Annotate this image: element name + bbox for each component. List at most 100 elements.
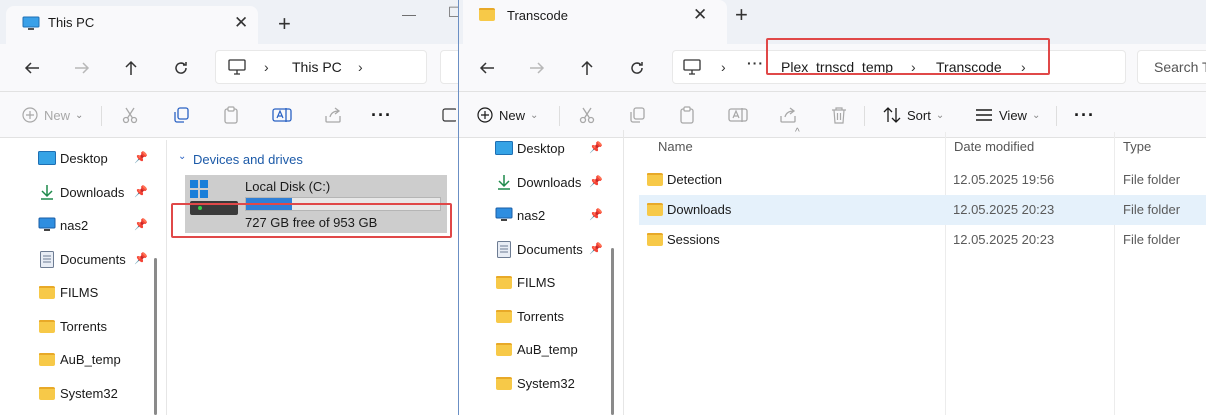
details-pane-icon[interactable] (442, 103, 456, 127)
list-view-icon (976, 109, 992, 121)
sidebar-item-films[interactable]: FILMS (495, 268, 555, 296)
sidebar-item-torrents[interactable]: Torrents (38, 312, 107, 340)
new-button[interactable]: New ⌄ (477, 103, 538, 127)
sidebar-item-label: AuB_temp (517, 341, 578, 357)
download-arrow-icon (495, 174, 513, 190)
back-icon[interactable] (473, 54, 501, 82)
breadcrumb-chevron-icon[interactable]: › (721, 59, 726, 75)
copy-icon[interactable] (172, 103, 190, 127)
folder-icon (479, 8, 497, 23)
pin-icon[interactable]: 📌 (589, 141, 603, 154)
sort-button[interactable]: Sort ⌄ (883, 103, 944, 127)
pin-icon[interactable]: 📌 (134, 185, 148, 198)
close-tab-icon[interactable]: ✕ (693, 6, 707, 23)
collapse-chevron-icon[interactable]: ⌄ (178, 151, 186, 162)
share-icon[interactable] (324, 103, 342, 127)
view-button[interactable]: View ⌄ (975, 103, 1040, 127)
new-button[interactable]: New ⌄ (22, 103, 83, 127)
sidebar-item-torrents[interactable]: Torrents (495, 302, 564, 330)
column-header-date[interactable]: Date modified (954, 139, 1034, 154)
desktop-icon (38, 150, 56, 166)
sort-arrows-icon (883, 107, 901, 123)
breadcrumb-plex-trnscd-temp[interactable]: Plex_trnscd_temp (781, 59, 893, 75)
sidebar-item-label: Torrents (60, 318, 107, 334)
new-tab-icon[interactable]: + (735, 4, 748, 26)
delete-icon[interactable] (831, 103, 847, 127)
cut-icon[interactable] (578, 103, 596, 127)
sidebar-item-system32[interactable]: System32 (38, 379, 118, 407)
up-icon[interactable] (573, 54, 601, 82)
file-row-sessions[interactable]: Sessions 12.05.2025 20:23 File folder (639, 225, 1206, 255)
folder-icon (495, 308, 513, 324)
sidebar-item-label: Documents (517, 241, 583, 257)
rename-icon[interactable] (272, 103, 292, 127)
view-label: View (999, 107, 1027, 123)
pin-icon[interactable]: 📌 (134, 252, 148, 265)
breadcrumb-this-pc[interactable]: This PC (292, 59, 342, 75)
sidebar-item-documents[interactable]: Documents (495, 235, 583, 263)
sidebar-item-label: Torrents (517, 308, 564, 324)
pin-icon[interactable]: 📌 (134, 218, 148, 231)
forward-icon[interactable] (523, 54, 551, 82)
up-icon[interactable] (117, 54, 145, 82)
sidebar-item-system32[interactable]: System32 (495, 369, 575, 397)
desktop-icon (495, 140, 513, 156)
sidebar-item-documents[interactable]: Documents (38, 245, 126, 273)
drive-usage-fill (246, 198, 292, 210)
back-icon[interactable] (18, 54, 46, 82)
sidebar-scrollbar[interactable] (611, 248, 614, 415)
sidebar-item-downloads[interactable]: Downloads (38, 178, 124, 206)
pin-icon[interactable]: 📌 (134, 151, 148, 164)
drive-tile-local-disk[interactable]: Local Disk (C:) 727 GB free of 953 GB (185, 175, 447, 233)
sidebar-item-desktop[interactable]: Desktop (495, 134, 565, 162)
sidebar-item-downloads[interactable]: Downloads (495, 168, 581, 196)
address-bar[interactable]: › ··· Plex_trnscd_temp › Transcode › (672, 50, 1126, 84)
more-options-icon[interactable]: ··· (371, 103, 392, 127)
column-header-type[interactable]: Type (1123, 139, 1151, 154)
maximize-icon[interactable]: ☐ (448, 4, 458, 21)
tab-transcode[interactable]: Transcode ✕ (463, 0, 727, 44)
close-tab-icon[interactable]: ✕ (234, 14, 248, 31)
sidebar-item-desktop[interactable]: Desktop (38, 144, 108, 172)
share-icon[interactable] (779, 103, 797, 127)
cut-icon[interactable] (121, 103, 139, 127)
pin-icon[interactable]: 📌 (589, 242, 603, 255)
breadcrumb-chevron-icon[interactable]: › (911, 59, 916, 75)
column-header-name[interactable]: Name (658, 139, 693, 154)
more-options-icon[interactable]: ··· (1074, 103, 1095, 127)
chevron-down-icon: ⌄ (530, 109, 539, 121)
pin-icon[interactable]: 📌 (589, 175, 603, 188)
pin-icon[interactable]: 📌 (589, 208, 603, 221)
sidebar-item-nas2[interactable]: nas2 (38, 211, 88, 239)
breadcrumb-chevron-icon[interactable]: › (1021, 59, 1026, 75)
breadcrumb-overflow-icon[interactable]: ··· (747, 55, 764, 71)
monitor-icon (38, 217, 56, 233)
chevron-down-icon: ⌄ (935, 109, 945, 121)
forward-icon[interactable] (68, 54, 96, 82)
breadcrumb-chevron-icon[interactable]: › (264, 59, 269, 75)
paste-icon[interactable] (678, 103, 696, 127)
breadcrumb-chevron-icon[interactable]: › (358, 59, 363, 75)
search-box[interactable] (440, 50, 458, 84)
refresh-icon[interactable] (623, 54, 651, 82)
sidebar-item-aub-temp[interactable]: AuB_temp (495, 335, 578, 363)
drive-name: Local Disk (C:) (245, 179, 331, 194)
file-row-downloads[interactable]: Downloads 12.05.2025 20:23 File folder (639, 195, 1206, 225)
sidebar-item-nas2[interactable]: nas2 (495, 201, 545, 229)
tab-this-pc[interactable]: This PC ✕ (6, 6, 258, 44)
copy-icon[interactable] (628, 103, 646, 127)
minimize-icon[interactable]: — (402, 6, 416, 22)
search-box[interactable]: Search T (1137, 50, 1206, 84)
new-tab-icon[interactable]: + (278, 13, 291, 35)
sidebar-item-label: System32 (60, 385, 118, 401)
address-bar[interactable]: › This PC › (215, 50, 427, 84)
rename-icon[interactable] (728, 103, 748, 127)
breadcrumb-transcode[interactable]: Transcode (936, 59, 1002, 75)
file-row-detection[interactable]: Detection 12.05.2025 19:56 File folder (639, 165, 1206, 195)
refresh-icon[interactable] (167, 54, 195, 82)
sidebar-item-films[interactable]: FILMS (38, 278, 98, 306)
paste-icon[interactable] (222, 103, 240, 127)
sidebar-item-aub-temp[interactable]: AuB_temp (38, 345, 121, 373)
sidebar-scrollbar[interactable] (154, 258, 157, 415)
tab-title: This PC (48, 15, 95, 30)
